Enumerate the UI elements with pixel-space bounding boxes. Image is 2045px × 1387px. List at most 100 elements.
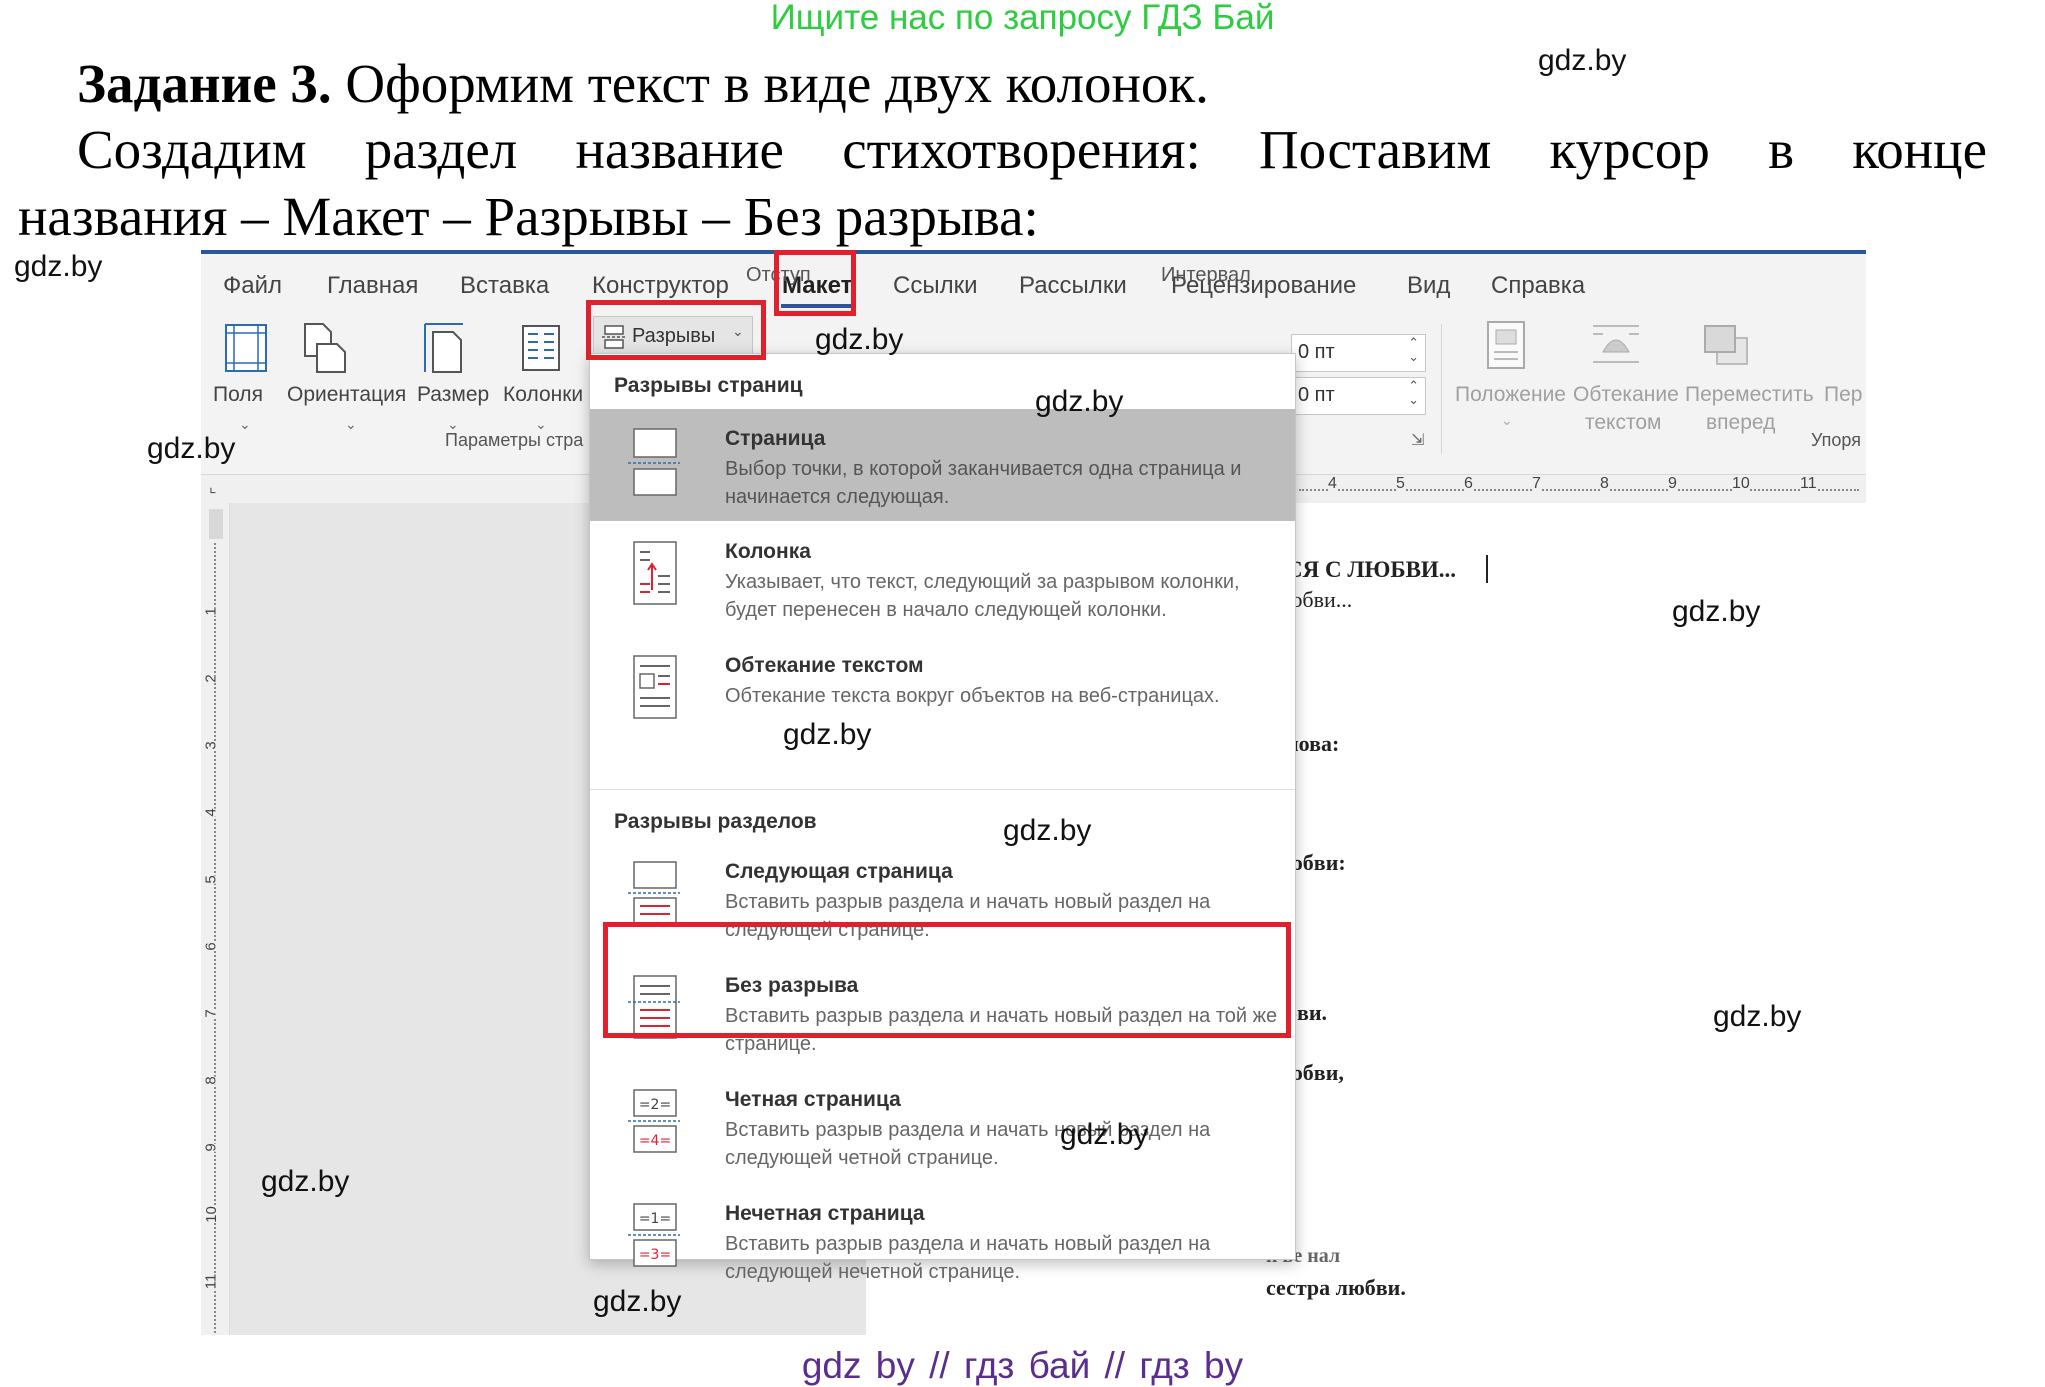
group-divider xyxy=(1441,324,1442,454)
spacing-before-input[interactable]: 0 пт ⌃ ⌄ xyxy=(1291,334,1426,372)
column-break-icon xyxy=(633,541,677,605)
size-button[interactable]: Размер xyxy=(417,383,489,407)
ribbon-tabs: Файл Главная Вставка Конструктор Макет С… xyxy=(201,254,1866,312)
doc-title: СЯ С ЛЮБВИ... xyxy=(1286,557,1457,582)
ruler-margin xyxy=(209,509,223,539)
orientation-button[interactable]: Ориентация xyxy=(287,383,406,407)
vruler-number: 9 xyxy=(202,1143,220,1152)
wrap-text-button[interactable]: Обтекание xyxy=(1573,383,1679,407)
arrange-group-label: Упоря xyxy=(1811,430,1861,450)
menu-item-desc: Вставить разрыв раздела и начать новый р… xyxy=(725,1119,1211,1169)
menu-item-page-break[interactable]: Страница Выбор точки, в которой заканчив… xyxy=(590,409,1295,521)
watermark: gdz.by xyxy=(1060,1118,1149,1151)
menu-item-desc: Вставить разрыв раздела и начать новый р… xyxy=(725,1233,1211,1283)
task-heading-text: Оформим текст в виде двух колонок. xyxy=(345,53,1209,114)
position-icon xyxy=(1487,321,1525,369)
send-backward-button[interactable]: Пер xyxy=(1824,383,1862,407)
task-heading: Задание 3. Оформим текст в виде двух кол… xyxy=(77,52,1209,115)
tab-help[interactable]: Справка xyxy=(1491,272,1585,300)
margins-button[interactable]: Поля xyxy=(213,383,263,407)
ruler-ticks xyxy=(1299,489,1859,492)
chevron-down-icon: ⌄ xyxy=(239,416,251,432)
spacing-after-input[interactable]: 0 пт ⌃ ⌄ xyxy=(1291,377,1426,415)
menu-item-title: Нечетная страница xyxy=(725,1202,925,1225)
chevron-down-icon: ⌄ xyxy=(1501,412,1513,428)
page-break-icon xyxy=(628,428,680,496)
doc-line: сестра любви. xyxy=(1266,1275,1406,1300)
vruler-number: 11 xyxy=(202,1273,220,1290)
tab-home[interactable]: Главная xyxy=(327,272,418,300)
section-breaks-heading: Разрывы разделов xyxy=(614,810,817,833)
spacing-before-value: 0 пт xyxy=(1298,341,1335,363)
watermark: gdz.by xyxy=(147,432,236,465)
vruler-number: 3 xyxy=(202,741,220,750)
vruler-number: 6 xyxy=(202,942,220,951)
spin-down-icon[interactable]: ⌄ xyxy=(1408,349,1419,365)
menu-item-desc: Выбор точки, в которой заканчивается одн… xyxy=(725,458,1242,508)
dialog-launcher-icon[interactable]: ⇲ xyxy=(1411,430,1424,450)
text-wrapping-icon xyxy=(633,655,677,719)
tab-references[interactable]: Ссылки xyxy=(893,272,978,300)
word-screenshot: Файл Главная Вставка Конструктор Макет С… xyxy=(201,250,1866,1335)
highlight-breaks-button xyxy=(586,300,766,360)
menu-item-even-page[interactable]: =2= =4= Четная страница Вставить разрыв … xyxy=(590,1070,1295,1182)
svg-text:=4=: =4= xyxy=(639,1133,671,1149)
ruler-number: 9 xyxy=(1668,475,1677,493)
page-breaks-heading: Разрывы страниц xyxy=(614,374,803,397)
ruler-number: 4 xyxy=(1328,475,1337,493)
vruler-number: 4 xyxy=(202,808,220,817)
svg-text:=3=: =3= xyxy=(639,1247,671,1263)
menu-item-column-break[interactable]: Колонка Указывает, что текст, следующий … xyxy=(590,522,1295,634)
menu-item-text-wrapping[interactable]: Обтекание текстом Обтекание текста вокру… xyxy=(590,636,1295,748)
svg-text:=1=: =1= xyxy=(639,1211,671,1227)
position-button[interactable]: Положение xyxy=(1455,383,1566,407)
bring-forward-button-line2: вперед xyxy=(1706,411,1776,434)
menu-separator xyxy=(590,789,1295,790)
watermark: gdz.by xyxy=(1538,44,1627,77)
ruler-number: 10 xyxy=(1732,475,1750,493)
text-cursor xyxy=(1486,555,1488,583)
size-icon xyxy=(424,323,463,373)
spin-down-icon[interactable]: ⌄ xyxy=(1408,392,1419,408)
tab-file[interactable]: Файл xyxy=(223,272,282,300)
svg-text:=2=: =2= xyxy=(639,1097,671,1113)
bring-forward-icon xyxy=(1704,325,1748,365)
vruler-number: 7 xyxy=(202,1009,220,1018)
ruler-number: 11 xyxy=(1800,475,1817,493)
tab-mailings[interactable]: Рассылки xyxy=(1019,272,1127,300)
ruler-number: 8 xyxy=(1600,475,1609,493)
tab-design[interactable]: Конструктор xyxy=(592,272,729,300)
watermark: gdz.by xyxy=(593,1285,682,1318)
tab-selector-icon[interactable]: ⌞ xyxy=(209,477,217,497)
tab-insert[interactable]: Вставка xyxy=(460,272,549,300)
menu-item-desc: Обтекание текста вокруг объектов на веб-… xyxy=(725,685,1220,707)
wrap-text-button-line2: текстом xyxy=(1585,411,1662,434)
ruler-number: 7 xyxy=(1532,475,1541,493)
task-line-3: названия – Макет – Разрывы – Без разрыва… xyxy=(18,186,1039,247)
chevron-down-icon: ⌄ xyxy=(345,416,357,432)
breaks-dropdown: Разрывы страниц Страница Выбор точки, в … xyxy=(589,353,1296,1283)
highlight-continuous-item xyxy=(603,922,1291,1038)
vruler-number: 8 xyxy=(202,1076,220,1085)
menu-item-title: Четная страница xyxy=(725,1088,901,1111)
columns-button[interactable]: Колонки xyxy=(503,383,583,407)
vruler-number: 1 xyxy=(202,607,220,616)
watermark: gdz.by xyxy=(815,323,904,356)
menu-item-odd-page[interactable]: =1= =3= Нечетная страница Вставить разры… xyxy=(590,1184,1295,1283)
tab-view[interactable]: Вид xyxy=(1407,272,1450,300)
highlight-layout-tab xyxy=(774,250,856,316)
orientation-icon xyxy=(304,323,346,373)
ruler-number: 6 xyxy=(1464,475,1473,493)
task-number: Задание 3. xyxy=(77,53,332,114)
watermark: gdz.by xyxy=(1003,814,1092,847)
menu-item-title: Колонка xyxy=(725,540,811,563)
watermark: gdz.by xyxy=(14,250,103,283)
vruler-number: 5 xyxy=(202,875,220,884)
menu-item-desc: Указывает, что текст, следующий за разры… xyxy=(725,571,1240,621)
ruler-number: 5 xyxy=(1396,475,1405,493)
odd-page-break-icon: =1= =3= xyxy=(628,1203,680,1267)
menu-item-title: Следующая страница xyxy=(725,860,953,883)
next-page-break-icon xyxy=(628,861,680,925)
bring-forward-button[interactable]: Переместить xyxy=(1685,383,1814,407)
vertical-ruler: 1 2 3 4 5 6 7 8 9 10 11 xyxy=(201,503,230,1335)
